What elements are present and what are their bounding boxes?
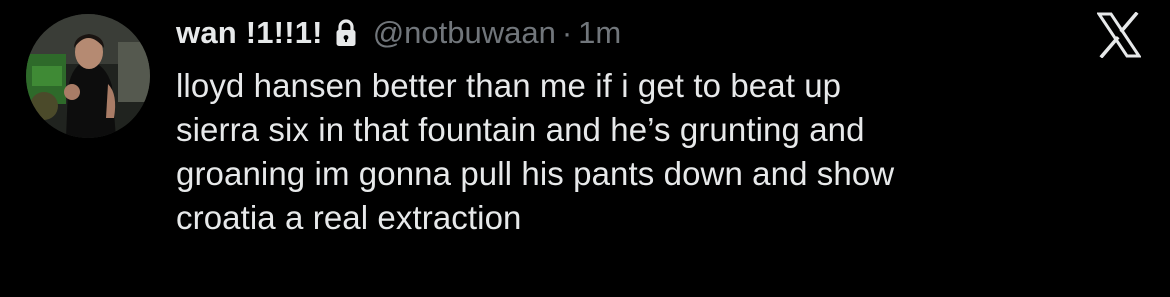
profile-photo-icon (26, 14, 150, 138)
timestamp[interactable]: 1m (578, 15, 621, 51)
display-name[interactable]: wan !1!!1! (176, 15, 323, 51)
tweet-header: wan !1!!1! @notbuwaan · 1m (176, 10, 621, 56)
tweet-text: lloyd hansen better than me if i get to … (176, 67, 895, 236)
separator-dot: · (561, 15, 573, 50)
user-handle[interactable]: @notbuwaan (373, 15, 556, 51)
x-logo-icon (1097, 12, 1141, 58)
tweet-card[interactable]: wan !1!!1! @notbuwaan · 1m lloyd hansen … (0, 0, 1170, 297)
avatar[interactable] (26, 14, 150, 138)
lock-icon (335, 18, 357, 48)
